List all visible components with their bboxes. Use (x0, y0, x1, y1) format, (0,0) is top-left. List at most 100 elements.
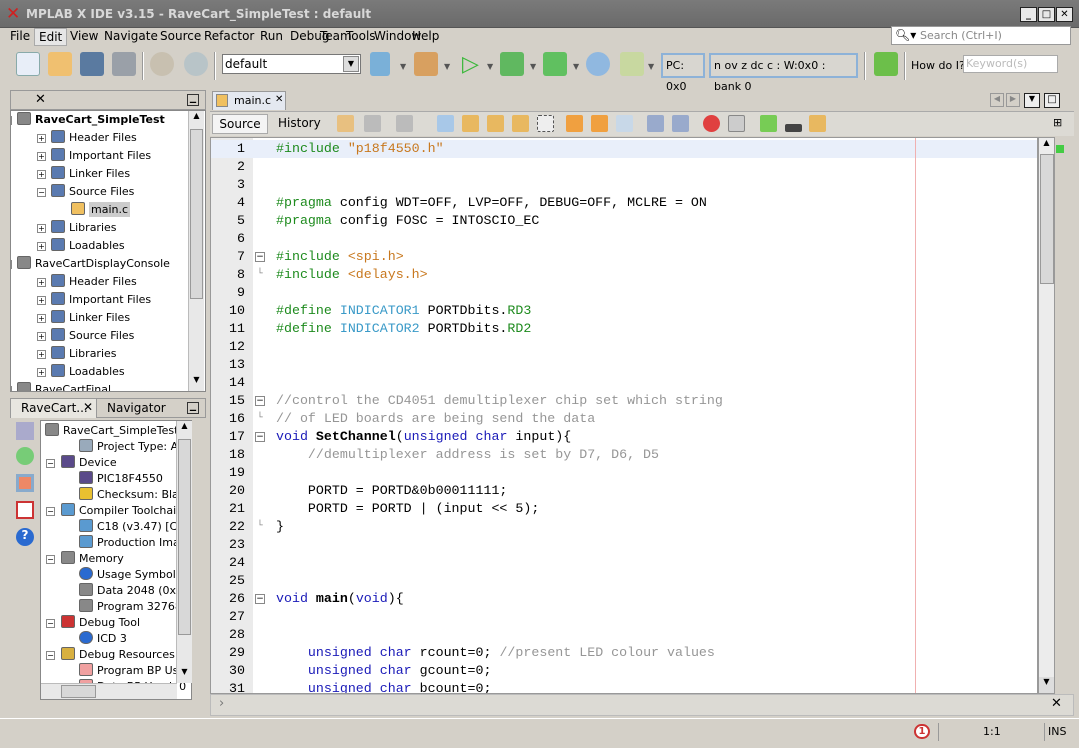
expand-toggle-icon[interactable]: + (37, 170, 46, 179)
find-previous-icon[interactable] (462, 115, 479, 132)
menu-view[interactable]: View (66, 28, 102, 46)
code-line[interactable]: 14 (211, 374, 1037, 392)
editor-vscrollbar[interactable]: ▲ ▼ (1038, 137, 1055, 694)
code-line[interactable]: 10 #define INDICATOR1 PORTDbits.RD3 (211, 302, 1037, 320)
expand-toggle-icon[interactable]: − (11, 386, 12, 391)
tree-item[interactable]: − Source Files (37, 183, 134, 201)
redo-icon[interactable] (184, 52, 208, 76)
tree-item[interactable]: + Header Files (37, 129, 137, 147)
expand-toggle-icon[interactable]: + (37, 224, 46, 233)
collapse-toggle-icon[interactable]: − (46, 555, 55, 564)
format-icon[interactable] (809, 115, 826, 132)
start-macro-icon[interactable] (703, 115, 720, 132)
code-line[interactable]: 20 PORTD = PORTD&0b00011111; (211, 482, 1037, 500)
code-line[interactable]: 18 //demultiplexer address is set by D7,… (211, 446, 1037, 464)
menu-navigate[interactable]: Navigate (100, 28, 162, 46)
code-line[interactable]: 2 (211, 158, 1037, 176)
toggle-highlight-icon[interactable] (512, 115, 529, 132)
find-icon[interactable] (437, 115, 454, 132)
source-tab[interactable]: Source (212, 114, 268, 134)
collapse-toggle-icon[interactable]: − (46, 459, 55, 468)
expand-toggle-icon[interactable]: + (37, 152, 46, 161)
search-input[interactable]: Search (Ctrl+I) (920, 29, 1002, 42)
projects-scrollbar[interactable]: ▲ ▼ (188, 111, 204, 391)
tree-item[interactable]: + Important Files (37, 291, 151, 309)
history-tab[interactable]: History (278, 116, 321, 130)
scroll-tabs-right-icon[interactable]: ▶ (1006, 93, 1020, 107)
menu-run[interactable]: Run (256, 28, 287, 46)
cart-icon[interactable] (874, 52, 898, 76)
tree-item[interactable]: + Source Files (37, 327, 134, 345)
previous-bookmark-icon[interactable] (566, 115, 583, 132)
expand-toggle-icon[interactable]: + (37, 134, 46, 143)
uncomment-icon[interactable] (785, 124, 802, 132)
forward-icon[interactable] (396, 115, 413, 132)
code-line[interactable]: 31 unsigned char bcount=0; (211, 680, 1037, 693)
chevron-right-icon[interactable]: › (219, 696, 224, 711)
menu-refactor[interactable]: Refactor (200, 28, 258, 46)
expand-toggle-icon[interactable]: + (37, 350, 46, 359)
code-line[interactable]: 9 (211, 284, 1037, 302)
open-project-icon[interactable] (80, 52, 104, 76)
collapse-toggle-icon[interactable]: − (46, 507, 55, 516)
maximize-window-icon[interactable]: □ (1044, 93, 1060, 108)
expand-toggle-icon[interactable]: − (11, 260, 12, 269)
code-line[interactable]: 29 unsigned char rcount=0; //present LED… (211, 644, 1037, 662)
close-icon[interactable]: ✕ (35, 92, 46, 107)
expand-toggle-icon[interactable]: + (37, 332, 46, 341)
code-line[interactable]: 24 (211, 554, 1037, 572)
code-line[interactable]: 28 (211, 626, 1037, 644)
reset-device-icon[interactable] (586, 52, 610, 76)
menu-file[interactable]: File (6, 28, 34, 46)
shift-left-icon[interactable] (647, 115, 664, 132)
close-button[interactable]: ✕ (1056, 7, 1073, 22)
comment-icon[interactable] (760, 115, 777, 132)
rectangular-selection-icon[interactable] (537, 115, 554, 132)
expand-toggle-icon[interactable]: − (37, 188, 46, 197)
find-next-icon[interactable] (487, 115, 504, 132)
close-project-icon[interactable] (112, 52, 136, 76)
expand-toggle-icon[interactable]: + (37, 278, 46, 287)
search-box[interactable]: 🔍︎▾ Search (Ctrl+I) (891, 26, 1071, 45)
stop-macro-icon[interactable] (728, 115, 745, 132)
code-line[interactable]: 16 └ // of LED boards are being send the d… (211, 410, 1037, 428)
fold-collapse-icon[interactable]: − (255, 396, 265, 406)
show-opened-documents-icon[interactable]: ▼ (1024, 93, 1040, 108)
configuration-select[interactable]: default ▼ (222, 54, 361, 74)
code-line[interactable]: 15− //control the CD4051 demultiplexer ch… (211, 392, 1037, 410)
menu-edit[interactable]: Edit (34, 28, 68, 46)
expand-toggle-icon[interactable]: + (37, 296, 46, 305)
tree-item[interactable]: + Libraries (37, 219, 117, 237)
next-bookmark-icon[interactable] (591, 115, 608, 132)
tree-item[interactable]: + Libraries (37, 345, 117, 363)
expand-toggle-icon[interactable]: + (37, 314, 46, 323)
maximize-button[interactable]: □ (1038, 7, 1055, 22)
fold-collapse-icon[interactable]: − (255, 252, 265, 262)
tree-item[interactable]: main.c (71, 201, 131, 219)
memory-gauge-icon[interactable] (16, 474, 34, 492)
tree-item[interactable]: + Header Files (37, 273, 137, 291)
shift-right-icon[interactable] (672, 115, 689, 132)
build-icon[interactable] (370, 52, 390, 76)
code-line[interactable]: 26− void main(void){ (211, 590, 1037, 608)
keyword-input[interactable]: Keyword(s) (963, 55, 1058, 73)
new-project-icon[interactable] (48, 52, 72, 76)
tree-item[interactable]: − RaveCartFinal (11, 381, 111, 391)
tree-item[interactable]: + Loadables (37, 237, 125, 255)
code-line[interactable]: 30 unsigned char gcount=0; (211, 662, 1037, 680)
code-line[interactable]: 12 (211, 338, 1037, 356)
tab-navigator[interactable]: Navigator (107, 401, 166, 415)
split-editor-icon[interactable]: ⊞ (1053, 116, 1062, 129)
code-line[interactable]: 3 (211, 176, 1037, 194)
menu-source[interactable]: Source (156, 28, 205, 46)
dashboard-vscrollbar[interactable]: ▲ ▼ (176, 421, 192, 683)
code-line[interactable]: 1 #include "p18f4550.h" (211, 140, 1037, 158)
tab-main-c[interactable]: main.c ✕ (212, 91, 286, 110)
code-line[interactable]: 27 (211, 608, 1037, 626)
new-file-icon[interactable] (16, 52, 40, 76)
code-line[interactable]: 4 #pragma config WDT=OFF, LVP=OFF, DEBUG=… (211, 194, 1037, 212)
code-line[interactable]: 17− void SetChannel(unsigned char input){ (211, 428, 1037, 446)
tree-item[interactable]: + Linker Files (37, 309, 130, 327)
code-line[interactable]: 19 (211, 464, 1037, 482)
code-line[interactable]: 22 └} (211, 518, 1037, 536)
